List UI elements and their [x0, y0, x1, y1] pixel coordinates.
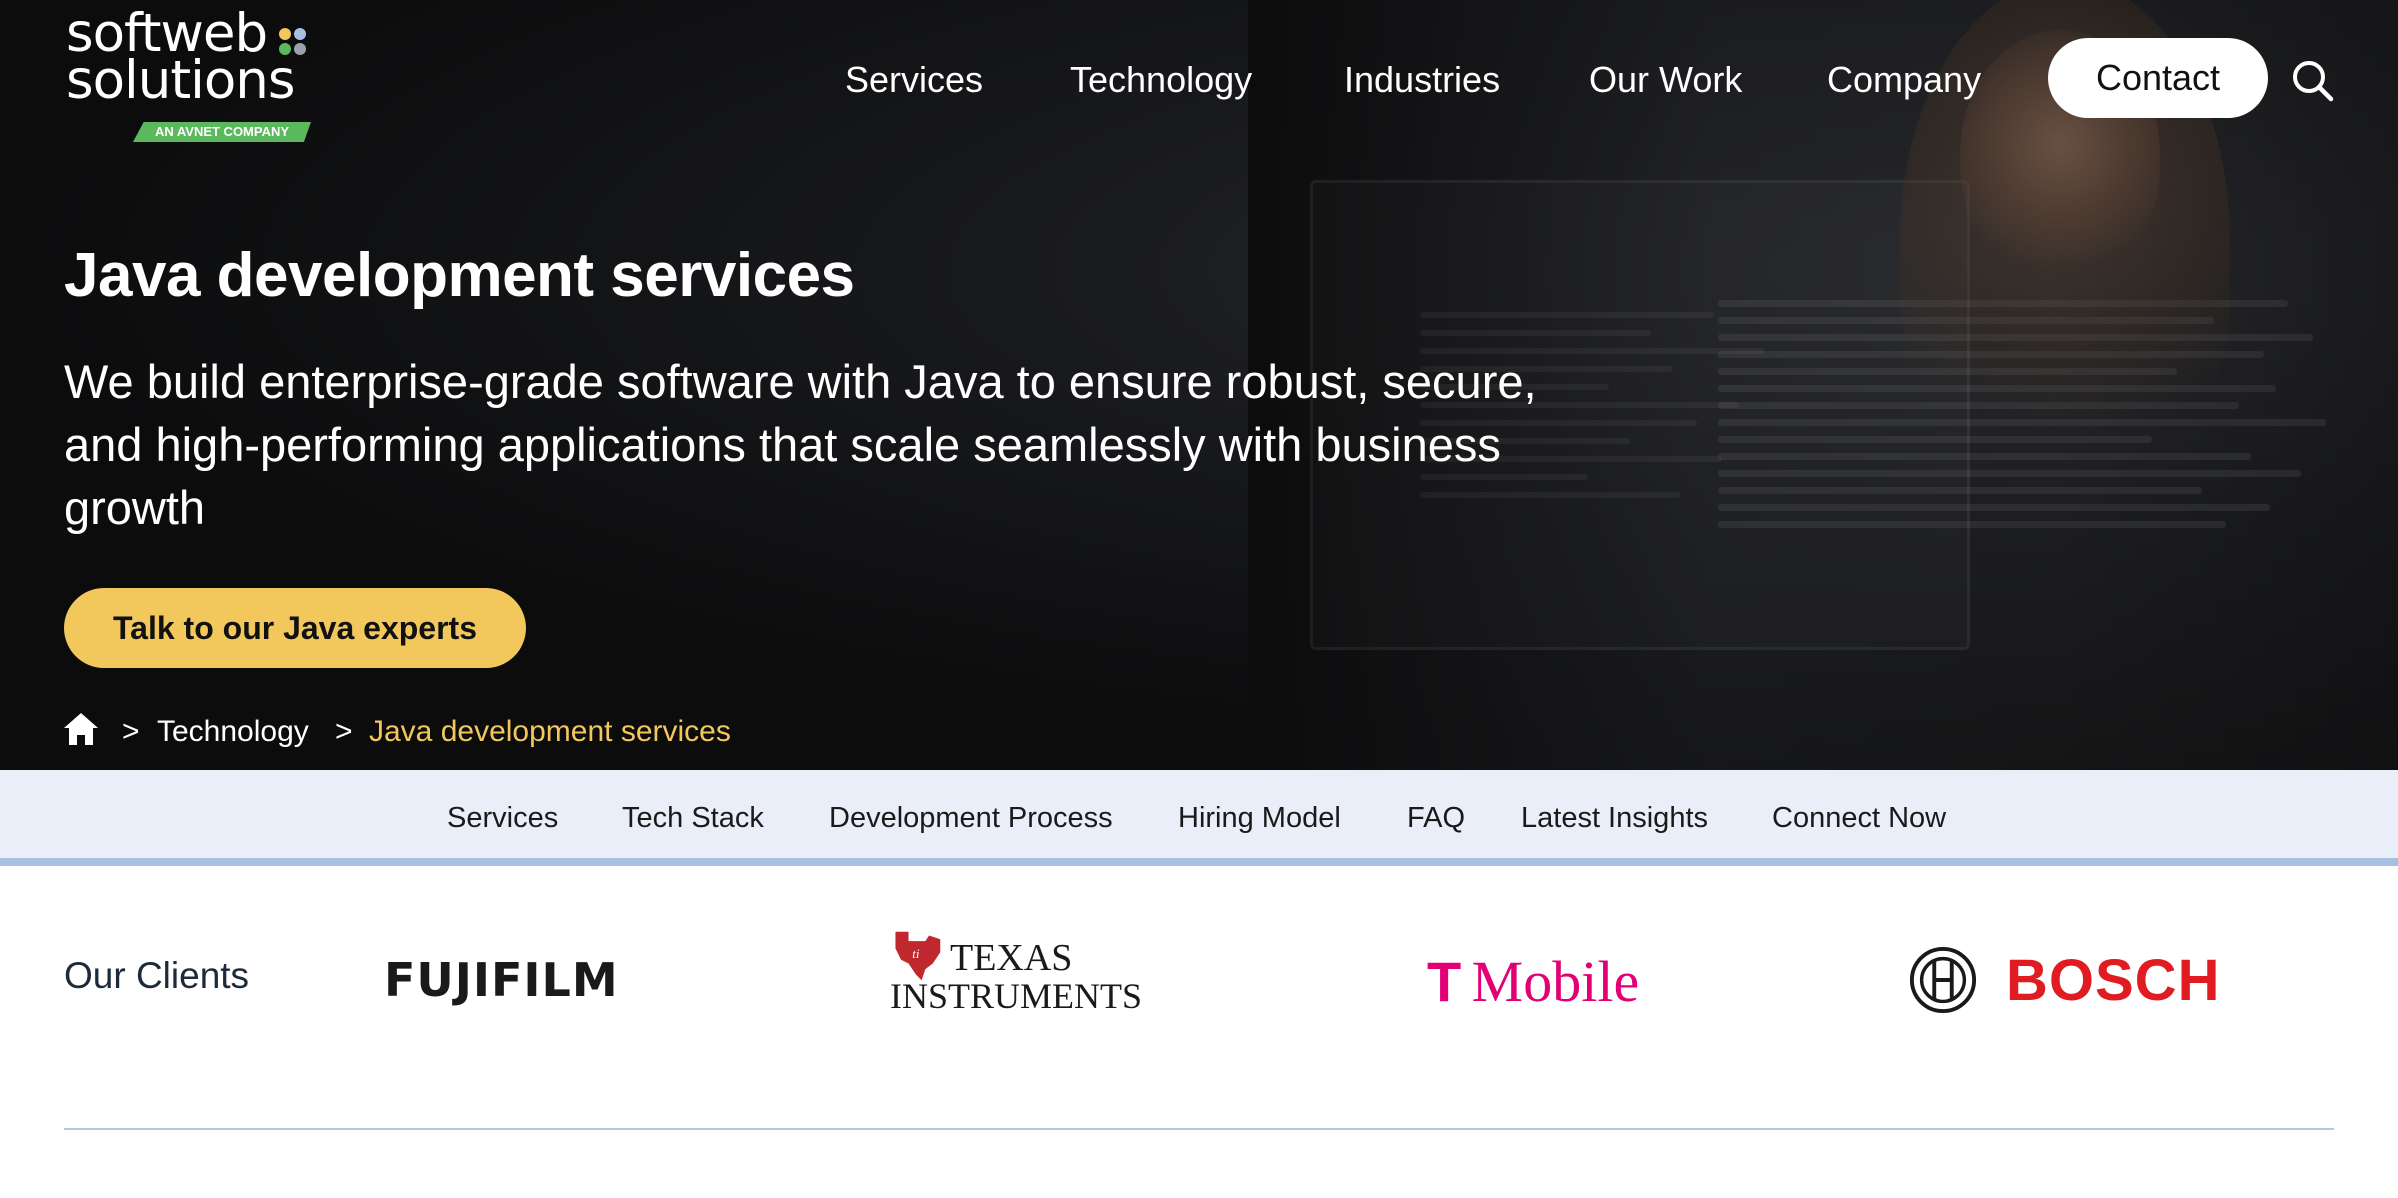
subnav-item-services[interactable]: Services [447, 790, 558, 846]
softweb-logo[interactable]: softweb solutions AN AVNET COMPANY [66, 7, 326, 145]
subnav-item-connect-now[interactable]: Connect Now [1772, 790, 1946, 846]
hero-subtitle: We build enterprise-grade software with … [64, 355, 1537, 534]
logo-text-line2: solutions [66, 50, 296, 111]
nav-item-our-work[interactable]: Our Work [1589, 50, 1742, 110]
nav-item-company[interactable]: Company [1827, 50, 1981, 110]
subnav-item-faq[interactable]: FAQ [1407, 790, 1465, 846]
client-logo-t-mobile: T Mobile [1427, 952, 1639, 1012]
subnav-item-latest-insights[interactable]: Latest Insights [1521, 790, 1708, 846]
section-divider [64, 1128, 2334, 1130]
contact-button[interactable]: Contact [2048, 38, 2268, 118]
logo-dots-icon [279, 28, 309, 58]
subnav-item-development-process[interactable]: Development Process [829, 790, 1113, 846]
subnav-item-hiring-model[interactable]: Hiring Model [1178, 790, 1341, 846]
ti-wordmark-line1: TEXAS [950, 937, 1073, 979]
bosch-wordmark: BOSCH [2006, 948, 2221, 1013]
section-subnav: Services Tech Stack Development Process … [0, 770, 2398, 866]
page-title: Java development services [64, 241, 855, 310]
breadcrumb-link-technology[interactable]: Technology [157, 710, 309, 754]
nav-item-industries[interactable]: Industries [1344, 50, 1500, 110]
home-icon[interactable] [62, 710, 100, 748]
subnav-item-tech-stack[interactable]: Tech Stack [622, 790, 764, 846]
search-icon[interactable] [2290, 58, 2334, 102]
breadcrumb-separator: > [122, 715, 140, 748]
client-logo-texas-instruments: ti TEXAS INSTRUMENTS [888, 928, 1148, 1028]
breadcrumb-current: Java development services [369, 715, 731, 748]
tmobile-wordmark: Mobile [1471, 949, 1640, 1014]
svg-text:ti: ti [912, 946, 920, 961]
logo-tagline: AN AVNET COMPANY [133, 122, 311, 142]
bosch-armature-icon [1909, 946, 1977, 1014]
nav-item-services[interactable]: Services [845, 50, 983, 110]
breadcrumb-separator: > [335, 715, 353, 748]
client-logo-fujifilm: FUJIFILM [384, 955, 619, 1005]
our-clients-label: Our Clients [64, 955, 250, 996]
ti-wordmark-line2: INSTRUMENTS [890, 976, 1143, 1016]
fujifilm-wordmark: FUJIFILM [384, 953, 619, 1007]
talk-to-experts-button[interactable]: Talk to our Java experts [64, 588, 526, 668]
tmobile-t-mark: T [1427, 950, 1462, 1013]
nav-item-technology[interactable]: Technology [1070, 50, 1252, 110]
